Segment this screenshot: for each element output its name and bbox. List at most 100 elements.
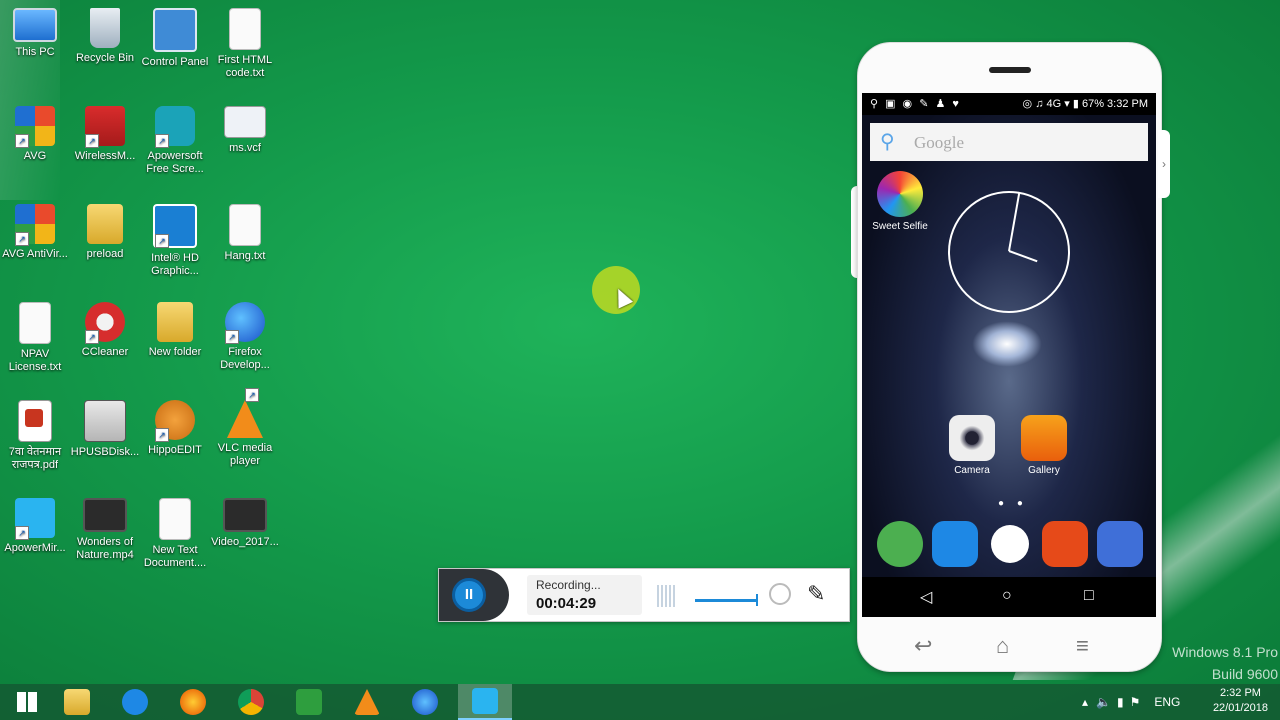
desktop-icon[interactable]: This PC xyxy=(0,8,70,59)
desktop-icon[interactable]: ↗ Intel® HD Graphic... xyxy=(140,204,210,278)
pen-annotate-icon[interactable]: ✎ xyxy=(807,581,825,607)
recording-timer: 00:04:29 xyxy=(536,595,597,612)
show-hidden-icons-icon[interactable]: ▴ xyxy=(1082,695,1088,709)
avg-antivirus-icon: ↗ xyxy=(15,204,55,246)
app-label: Camera xyxy=(954,465,990,476)
taskbar-chrome[interactable] xyxy=(224,684,278,720)
desktop-icon[interactable]: Control Panel xyxy=(140,8,210,69)
desktop-icon[interactable]: 7वा वेतनमान राजपत्र.pdf xyxy=(0,400,70,472)
google-search-bar[interactable]: ⚲ Google xyxy=(870,123,1148,161)
messages-icon xyxy=(1042,521,1088,567)
pause-area: II xyxy=(439,569,509,621)
volume-slider[interactable] xyxy=(695,594,758,606)
taskbar-store[interactable] xyxy=(282,684,336,720)
desktop-icon[interactable]: Video_2017... xyxy=(210,498,280,549)
taskbar-clock[interactable]: 2:32 PM 22/01/2018 xyxy=(1213,686,1268,716)
analog-clock-widget[interactable] xyxy=(948,191,1070,313)
desktop-icon[interactable]: ↗ ApowerMir... xyxy=(0,498,70,555)
phone-call-icon xyxy=(877,521,923,567)
hw-menu-icon[interactable]: ≡ xyxy=(1076,633,1089,659)
back-icon[interactable]: ◁ xyxy=(920,587,932,607)
desktop-icon[interactable]: ↗ AVG xyxy=(0,106,70,163)
page-indicator: ● ● xyxy=(998,498,1028,509)
desktop-icon[interactable]: ↗ Apowersoft Free Scre... xyxy=(140,106,210,176)
app-settings[interactable] xyxy=(1090,521,1150,571)
recents-icon[interactable]: □ xyxy=(1084,587,1094,605)
desktop-icon[interactable]: ↗ WirelessM... xyxy=(70,106,140,163)
taskbar-apowermirror[interactable] xyxy=(458,684,512,720)
taskbar-vlc[interactable] xyxy=(340,684,394,720)
desktop-icon-label: HPUSBDisk... xyxy=(70,446,140,458)
recording-status-label: Recording... xyxy=(536,578,601,592)
windows-logo-icon xyxy=(17,692,37,712)
desktop-icon[interactable]: ↗ HippoEDIT xyxy=(140,400,210,457)
desktop-icon-label: New folder xyxy=(148,346,202,358)
hw-back-icon[interactable]: ↩ xyxy=(914,633,932,659)
desktop-icon[interactable]: Hang.txt xyxy=(210,204,280,263)
desktop-icon[interactable]: ↗ AVG AntiVir... xyxy=(0,204,70,261)
app-phone[interactable] xyxy=(870,521,930,571)
taskbar-firefox-dev[interactable] xyxy=(398,684,452,720)
desktop-icon[interactable]: Recycle Bin xyxy=(70,8,140,65)
desktop-icon[interactable]: New Text Document.... xyxy=(140,498,210,570)
app-label: Gallery xyxy=(1028,465,1060,476)
apowersoft-recorder-icon: ↗ xyxy=(155,106,195,148)
desktop-icon[interactable]: HPUSBDisk... xyxy=(70,400,140,459)
app-messages[interactable] xyxy=(1035,521,1095,571)
vlc-icon xyxy=(354,689,380,715)
shortcut-arrow-icon: ↗ xyxy=(155,134,169,148)
pause-button[interactable]: II xyxy=(452,578,486,612)
phone-collapse-tab[interactable]: › xyxy=(1158,130,1170,198)
webcam-icon[interactable] xyxy=(769,583,791,605)
desktop-icon[interactable]: ↗ Firefox Develop... xyxy=(210,302,280,372)
contacts-icon xyxy=(932,521,978,567)
desktop-icon-label: Firefox Develop... xyxy=(220,346,270,371)
app-gallery[interactable]: Gallery xyxy=(1014,415,1074,476)
taskbar-file-explorer[interactable] xyxy=(50,684,104,720)
volume-icon[interactable]: 🔈 xyxy=(1096,695,1111,709)
desktop-icon-label: preload xyxy=(86,248,124,260)
desktop-icon[interactable]: preload xyxy=(70,204,140,261)
desktop-icon-label: Apowersoft Free Scre... xyxy=(146,150,204,175)
windows-watermark-line1: Windows 8.1 Pro xyxy=(1172,644,1278,660)
taskbar-firefox[interactable] xyxy=(166,684,220,720)
desktop-icon[interactable]: NPAV License.txt xyxy=(0,302,70,374)
desktop-icon-label: CCleaner xyxy=(81,346,129,358)
desktop-icon[interactable]: ↗ CCleaner xyxy=(70,302,140,359)
hw-home-icon[interactable]: ⌂ xyxy=(996,633,1009,659)
desktop-icon[interactable]: ms.vcf xyxy=(210,106,280,155)
audio-level-icon xyxy=(657,585,677,607)
desktop-icon-label: New Text Document.... xyxy=(143,544,207,569)
desktop-icon[interactable]: Wonders of Nature.mp4 xyxy=(70,498,140,562)
desktop-icon-label: ms.vcf xyxy=(229,142,261,154)
start-button[interactable] xyxy=(0,684,54,720)
app-camera[interactable]: Camera xyxy=(942,415,1002,476)
action-center-icon[interactable]: ⚑ xyxy=(1130,695,1141,709)
desktop-icon[interactable]: New folder xyxy=(140,302,210,359)
galaxy-glow xyxy=(972,321,1042,367)
battery-time: 67% 3:32 PM xyxy=(1081,98,1148,110)
desktop-icon-label: AVG AntiVir... xyxy=(2,248,68,260)
folder-icon xyxy=(157,302,193,342)
network-icon[interactable]: ▮ xyxy=(1117,695,1124,709)
app-contacts[interactable] xyxy=(925,521,985,571)
desktop-icon[interactable]: ↗ VLC media player xyxy=(210,388,280,468)
search-placeholder: Google xyxy=(914,133,965,152)
desktop-icon-label: Hang.txt xyxy=(224,250,266,262)
phone-screen: ⚲ ▣ ◉ ✎ ♟ ♥ ◎ ♫ 4G ▾ ▮ 67% 3:32 PM ⚲ Goo… xyxy=(862,93,1156,617)
clock-hour-hand xyxy=(1008,250,1038,263)
phone-nav-bar: ◁ ○ □ xyxy=(862,577,1156,617)
vlc-icon: ↗ xyxy=(227,388,263,438)
shortcut-arrow-icon: ↗ xyxy=(85,330,99,344)
clock-date: 22/01/2018 xyxy=(1212,702,1268,714)
gallery-icon xyxy=(1021,415,1067,461)
desktop-icon[interactable]: First HTML code.txt xyxy=(210,8,280,80)
language-indicator[interactable]: ENG xyxy=(1154,695,1180,709)
taskbar-internet-explorer[interactable] xyxy=(108,684,162,720)
desktop-icon-label: NPAV License.txt xyxy=(8,348,62,373)
phone-mirror-window: ⚲ ▣ ◉ ✎ ♟ ♥ ◎ ♫ 4G ▾ ▮ 67% 3:32 PM ⚲ Goo… xyxy=(857,42,1162,672)
app-sweet-selfie[interactable]: Sweet Selfie xyxy=(870,171,930,232)
app-drawer[interactable] xyxy=(980,521,1040,567)
home-icon[interactable]: ○ xyxy=(1002,587,1012,605)
firefox-dev-icon: ↗ xyxy=(225,302,265,344)
